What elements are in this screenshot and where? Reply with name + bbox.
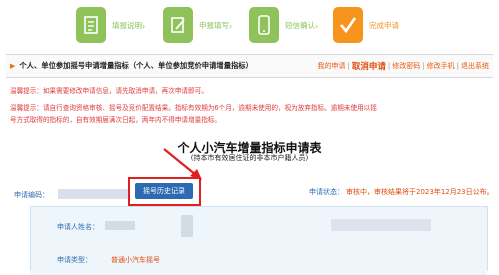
form-subtitle: (持本市有效居住证的非本市户籍人员) bbox=[190, 154, 309, 162]
divider: | bbox=[456, 62, 459, 70]
notice-line: 温馨提示：如果需要修改申请信息，请先取消申请，再次申请即可。 bbox=[10, 87, 208, 95]
section-title: 个人、单位参加摇号申请增量指标（个人、单位参加竞价申请增量指标） bbox=[19, 61, 253, 70]
step-sms-confirm: 短信确认 bbox=[249, 6, 315, 44]
checkmark-icon bbox=[333, 7, 363, 43]
logout-link[interactable]: 退出系统 bbox=[461, 61, 489, 71]
divider: | bbox=[422, 62, 425, 70]
step-label: 短信确认 bbox=[285, 20, 315, 30]
status-label: 申请状态： bbox=[309, 188, 344, 196]
edit-icon bbox=[163, 7, 193, 43]
header-links: 我的申请 | 取消申请 | 修改密码 | 修改手机 | 退出系统 bbox=[318, 55, 489, 77]
arrow-right-icon: ▶ bbox=[10, 62, 16, 70]
document-icon bbox=[76, 7, 106, 43]
step-wizard: 填报说明 › 申报填写 › 短信确认 › 完成申请 bbox=[0, 0, 499, 50]
divider: | bbox=[387, 62, 391, 70]
phone-icon bbox=[249, 7, 279, 43]
chevron-right-icon: › bbox=[229, 22, 233, 31]
my-application-link[interactable]: 我的申请 bbox=[318, 61, 346, 71]
redacted-block bbox=[181, 215, 193, 237]
chevron-right-icon: › bbox=[142, 22, 146, 31]
table-row: 申请人姓名： bbox=[31, 207, 487, 246]
change-phone-link[interactable]: 修改手机 bbox=[427, 61, 455, 71]
notice-line: 号方式取得的指标的，自有效期届满次日起，两年内不得申请增量指标。 bbox=[10, 116, 221, 124]
cancel-application-link[interactable]: 取消申请 bbox=[352, 60, 386, 72]
application-type-value: 普通小汽车摇号 bbox=[111, 256, 160, 264]
section-header: ▶ 个人、单位参加摇号申请增量指标（个人、单位参加竞价申请增量指标） 我的申请 … bbox=[6, 54, 493, 78]
application-type-label: 申请类型： bbox=[57, 256, 92, 264]
applicant-name-redacted bbox=[105, 221, 135, 230]
step-label: 申报填写 bbox=[199, 20, 229, 30]
step-fill-in: 申报填写 bbox=[163, 6, 229, 44]
change-password-link[interactable]: 修改密码 bbox=[392, 61, 420, 71]
status-value: 审核中，审核结果将于2023年12月23日公布。 bbox=[346, 188, 494, 196]
chevron-right-icon: › bbox=[315, 22, 319, 31]
application-number-redacted bbox=[58, 189, 130, 199]
applicant-name-label: 申请人姓名： bbox=[57, 223, 99, 231]
step-instructions: 填报说明 bbox=[76, 6, 142, 44]
step-label: 完成申请 bbox=[369, 20, 399, 30]
step-complete: 完成申请 bbox=[333, 6, 399, 44]
redacted-block bbox=[331, 219, 431, 231]
notice-line: 温馨提示：请自行查询资格审核、摇号及竞价配置结果。指标有效期为6个月，逾期未使用… bbox=[10, 104, 377, 112]
application-form-table: 申请人姓名： 申请类型： 普通小汽车摇号 bbox=[30, 206, 488, 275]
lottery-history-button[interactable]: 摇号历史记录 bbox=[135, 183, 193, 199]
divider: | bbox=[347, 62, 350, 70]
step-label: 填报说明 bbox=[112, 20, 142, 30]
application-number-label: 申请编码： bbox=[14, 191, 49, 199]
